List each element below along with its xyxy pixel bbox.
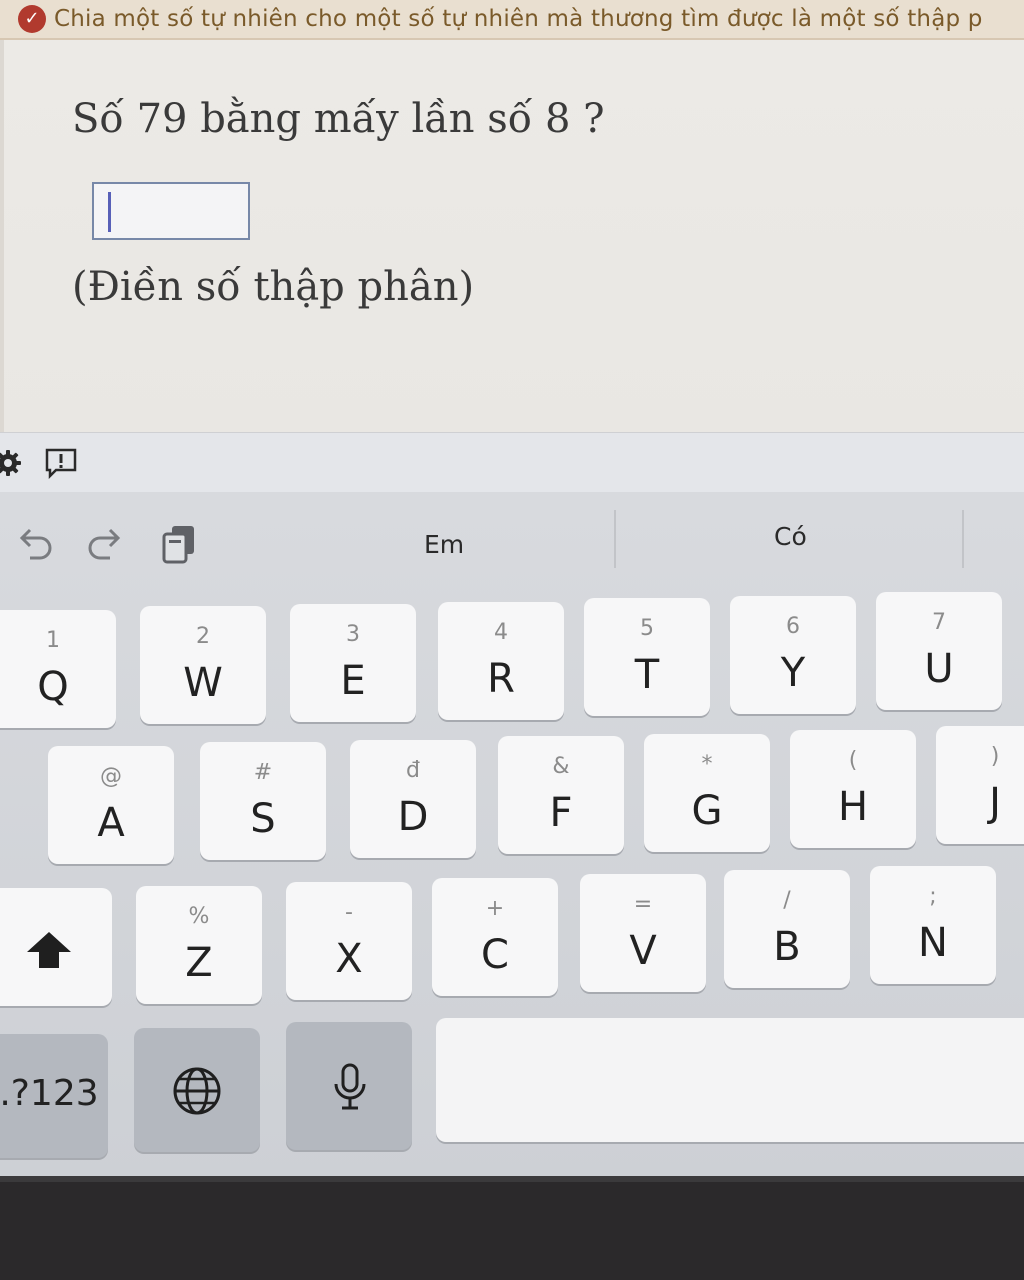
key-f[interactable]: & F [498, 736, 624, 854]
device-bezel [0, 1182, 1024, 1280]
key-a[interactable]: @ A [48, 746, 174, 864]
space-key[interactable] [436, 1018, 1024, 1142]
suggestion-2[interactable]: Có [774, 522, 807, 551]
key-c[interactable]: + C [432, 878, 558, 996]
key-b[interactable]: / B [724, 870, 850, 988]
key-y[interactable]: 6 Y [730, 596, 856, 714]
notification-banner[interactable]: ✓ Chia một số tự nhiên cho một số tự nhi… [0, 0, 1024, 40]
key-t[interactable]: 5 T [584, 598, 710, 716]
suggestion-bar: Em Có [0, 492, 1024, 592]
suggestion-1[interactable]: Em [424, 530, 464, 559]
screen: ✓ Chia một số tự nhiên cho một số tự nhi… [0, 0, 1024, 1280]
on-screen-keyboard: Em Có 1 Q 2 W 3 E 4 R 5 T 6 Y 7 U @ A # … [0, 492, 1024, 1182]
key-h[interactable]: ( H [790, 730, 916, 848]
clipboard-icon[interactable] [158, 522, 202, 566]
page-toolbar [0, 432, 1024, 492]
shift-icon [27, 932, 71, 968]
key-e[interactable]: 3 E [290, 604, 416, 722]
answer-input[interactable] [92, 182, 250, 240]
key-q[interactable]: 1 Q [0, 610, 116, 728]
check-circle-icon: ✓ [18, 5, 46, 33]
question-area: Số 79 bằng mấy lần số 8 ? (Điền số thập … [0, 40, 1024, 432]
symbols-key[interactable]: .?123 [0, 1034, 108, 1158]
key-v[interactable]: = V [580, 874, 706, 992]
key-j[interactable]: ) J [936, 726, 1024, 844]
report-icon[interactable] [44, 447, 78, 479]
globe-key[interactable] [134, 1028, 260, 1152]
suggestion-divider [962, 510, 964, 568]
key-n[interactable]: ; N [870, 866, 996, 984]
globe-icon [173, 1067, 221, 1115]
key-z[interactable]: % Z [136, 886, 262, 1004]
key-x[interactable]: - X [286, 882, 412, 1000]
microphone-key[interactable] [286, 1022, 412, 1150]
undo-icon[interactable] [12, 522, 56, 566]
redo-icon[interactable] [84, 522, 128, 566]
question-text: Số 79 bằng mấy lần số 8 ? [72, 96, 605, 142]
key-r[interactable]: 4 R [438, 602, 564, 720]
key-d[interactable]: đ D [350, 740, 476, 858]
shift-key[interactable] [0, 888, 112, 1006]
key-u[interactable]: 7 U [876, 592, 1002, 710]
text-caret [108, 192, 111, 232]
suggestion-divider [614, 510, 616, 568]
banner-text: Chia một số tự nhiên cho một số tự nhiên… [54, 6, 983, 32]
key-w[interactable]: 2 W [140, 606, 266, 724]
gear-icon[interactable] [0, 447, 28, 479]
hint-text: (Điền số thập phân) [72, 264, 475, 310]
microphone-icon [334, 1063, 366, 1110]
key-s[interactable]: # S [200, 742, 326, 860]
key-g[interactable]: * G [644, 734, 770, 852]
